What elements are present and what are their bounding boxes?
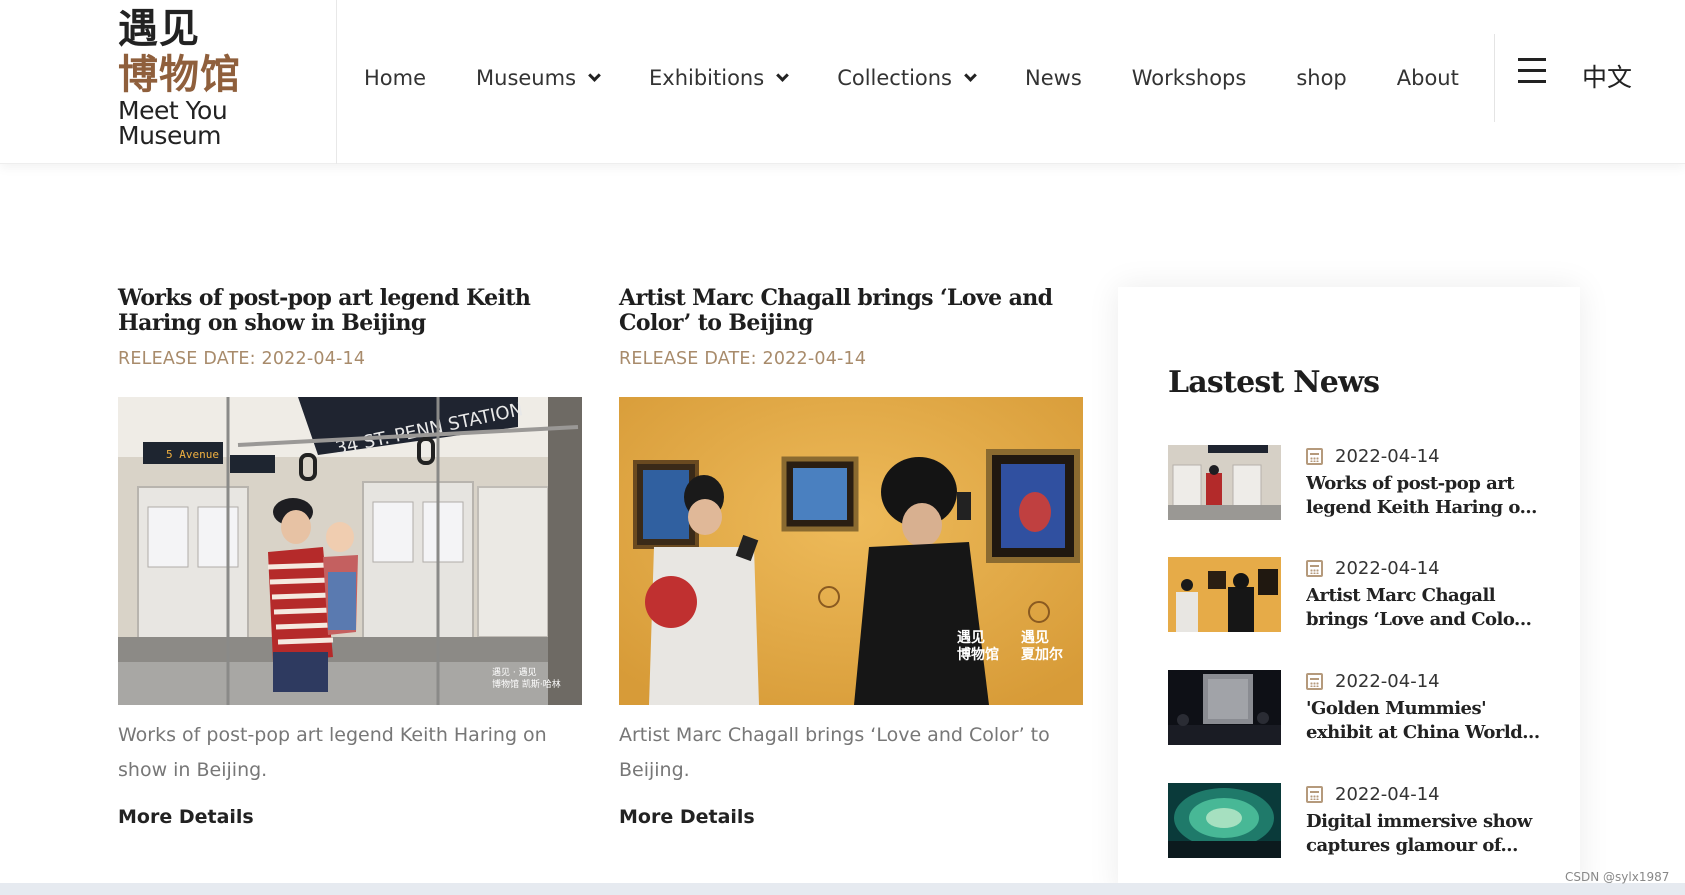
calendar-icon bbox=[1306, 447, 1323, 465]
news-title-line: 'Golden Mummies' bbox=[1306, 698, 1487, 719]
nav-label: Home bbox=[364, 66, 427, 90]
news-date: 2022-04-14 bbox=[1306, 557, 1440, 579]
nav-label: News bbox=[1025, 66, 1082, 90]
news-title[interactable]: Artist Marc Chagall brings ‘Love and Colo… bbox=[1306, 584, 1546, 632]
gallery-visitors-thumb bbox=[1168, 557, 1281, 632]
news-title[interactable]: 'Golden Mummies' exhibit at China World..… bbox=[1306, 697, 1546, 745]
nav-item-about[interactable]: About bbox=[1397, 66, 1459, 90]
news-title-line: legend Keith Haring o... bbox=[1306, 497, 1537, 518]
chevron-down-icon bbox=[776, 68, 790, 82]
news-title-line: brings ‘Love and Colo... bbox=[1306, 609, 1532, 630]
news-date-text: 2022-04-14 bbox=[1335, 445, 1440, 467]
svg-text:遇见: 遇见 bbox=[1021, 629, 1049, 646]
news-date: 2022-04-14 bbox=[1306, 670, 1440, 692]
more-details-link[interactable]: More Details bbox=[619, 806, 755, 828]
nav-label: Museums bbox=[476, 66, 577, 90]
news-date-text: 2022-04-14 bbox=[1335, 783, 1440, 805]
news-list-item[interactable]: 2022-04-14 Works of post-pop art legend K… bbox=[1168, 445, 1548, 521]
digital-immersive-show-thumb bbox=[1168, 783, 1281, 858]
news-date: 2022-04-14 bbox=[1306, 445, 1440, 467]
site-header: 遇见 博物馆 Meet You Museum Home Museums Exhi… bbox=[0, 0, 1685, 164]
article-title[interactable]: Artist Marc Chagall brings ‘Love and Col… bbox=[619, 286, 1083, 336]
subway-car-exhibit-thumb bbox=[1168, 445, 1281, 520]
article-description: Artist Marc Chagall brings ‘Love and Col… bbox=[619, 724, 1050, 781]
article-image[interactable]: 34 ST. PENN STATION 5 Avenue 遇见 · 遇见 博物馆… bbox=[118, 397, 582, 705]
svg-text:博物馆 凯斯·哈林: 博物馆 凯斯·哈林 bbox=[492, 678, 561, 690]
nav-divider bbox=[1494, 34, 1495, 122]
svg-text:遇见 · 遇见: 遇见 · 遇见 bbox=[492, 667, 537, 678]
article-date: RELEASE DATE: 2022-04-14 bbox=[118, 349, 366, 369]
news-title-line: Works of post-pop art bbox=[1306, 473, 1515, 494]
nav-label: Collections bbox=[837, 66, 953, 90]
nav-item-shop[interactable]: shop bbox=[1296, 66, 1346, 90]
subway-car-exhibit-photo: 34 ST. PENN STATION 5 Avenue 遇见 · 遇见 博物馆… bbox=[118, 397, 582, 705]
logo-cn-line2: 博物馆 bbox=[118, 51, 241, 98]
news-list-item[interactable]: 2022-04-14 Artist Marc Chagall brings ‘Lo… bbox=[1168, 557, 1548, 633]
nav-label: Workshops bbox=[1131, 66, 1247, 90]
article-title[interactable]: Works of post-pop art legend Keith Harin… bbox=[118, 286, 582, 336]
nav-item-home[interactable]: Home bbox=[364, 66, 426, 90]
nav-item-collections[interactable]: Collections bbox=[837, 66, 977, 90]
sidebar-title: Lastest News bbox=[1168, 365, 1380, 400]
logo-divider bbox=[336, 0, 337, 164]
nav-item-exhibitions[interactable]: Exhibitions bbox=[649, 66, 790, 90]
mummies-exhibit-thumb bbox=[1168, 670, 1281, 745]
svg-text:夏加尔: 夏加尔 bbox=[1021, 646, 1063, 663]
logo-cn-line1: 遇见 bbox=[118, 5, 200, 52]
news-title-line: exhibit at China World... bbox=[1306, 722, 1540, 743]
svg-text:5 Avenue: 5 Avenue bbox=[166, 448, 219, 461]
gallery-visitors-photo: 遇见 博物馆 遇见 夏加尔 bbox=[619, 397, 1083, 705]
site-logo[interactable]: 遇见 博物馆 Meet You Museum bbox=[118, 6, 258, 154]
article-card: Artist Marc Chagall brings ‘Love and Col… bbox=[619, 286, 1083, 828]
svg-text:博物馆: 博物馆 bbox=[957, 646, 999, 663]
news-title-line: Artist Marc Chagall bbox=[1306, 585, 1496, 606]
chevron-down-icon bbox=[964, 68, 977, 82]
calendar-icon bbox=[1306, 559, 1323, 577]
news-title-line: captures glamour of... bbox=[1306, 835, 1518, 856]
watermark: CSDN @sylx1987 bbox=[1565, 870, 1670, 884]
news-thumbnail[interactable] bbox=[1168, 445, 1281, 520]
nav-label: Exhibitions bbox=[649, 66, 765, 90]
logo-en-line1: Meet You bbox=[118, 96, 228, 125]
latest-news-sidebar: Lastest News 2022-04-14 Works of post-po… bbox=[1118, 287, 1580, 895]
nav-item-workshops[interactable]: Workshops bbox=[1132, 66, 1247, 90]
news-title[interactable]: Works of post-pop art legend Keith Haring… bbox=[1306, 472, 1546, 520]
news-list-item[interactable]: 2022-04-14 'Golden Mummies' exhibit at Ch… bbox=[1168, 670, 1548, 746]
more-details-link[interactable]: More Details bbox=[118, 806, 254, 828]
article-date: RELEASE DATE: 2022-04-14 bbox=[619, 349, 867, 369]
news-thumbnail[interactable] bbox=[1168, 783, 1281, 858]
main-nav: Home Museums Exhibitions Collections New… bbox=[364, 60, 1459, 96]
nav-item-museums[interactable]: Museums bbox=[476, 66, 601, 90]
article-card: Works of post-pop art legend Keith Harin… bbox=[118, 286, 582, 828]
language-switch[interactable]: 中文 bbox=[1582, 58, 1632, 94]
nav-label: About bbox=[1396, 66, 1459, 90]
hamburger-icon[interactable] bbox=[1518, 56, 1546, 86]
svg-text:遇见: 遇见 bbox=[957, 629, 985, 646]
news-date: 2022-04-14 bbox=[1306, 783, 1440, 805]
calendar-icon bbox=[1306, 672, 1323, 690]
logo-en-line2: Museum bbox=[118, 121, 222, 150]
news-thumbnail[interactable] bbox=[1168, 557, 1281, 632]
news-date-text: 2022-04-14 bbox=[1335, 557, 1440, 579]
chevron-down-icon bbox=[588, 68, 601, 82]
news-list-item[interactable]: 2022-04-14 Digital immersive show capture… bbox=[1168, 783, 1548, 859]
nav-item-news[interactable]: News bbox=[1025, 66, 1082, 90]
news-thumbnail[interactable] bbox=[1168, 670, 1281, 745]
news-title-line: Digital immersive show bbox=[1306, 811, 1532, 832]
calendar-icon bbox=[1306, 785, 1323, 803]
news-title[interactable]: Digital immersive show captures glamour o… bbox=[1306, 810, 1546, 858]
nav-label: shop bbox=[1296, 66, 1347, 90]
bottom-bar bbox=[0, 883, 1685, 895]
article-image[interactable]: 遇见 博物馆 遇见 夏加尔 bbox=[619, 397, 1083, 705]
news-date-text: 2022-04-14 bbox=[1335, 670, 1440, 692]
article-description: Works of post-pop art legend Keith Harin… bbox=[118, 724, 547, 781]
